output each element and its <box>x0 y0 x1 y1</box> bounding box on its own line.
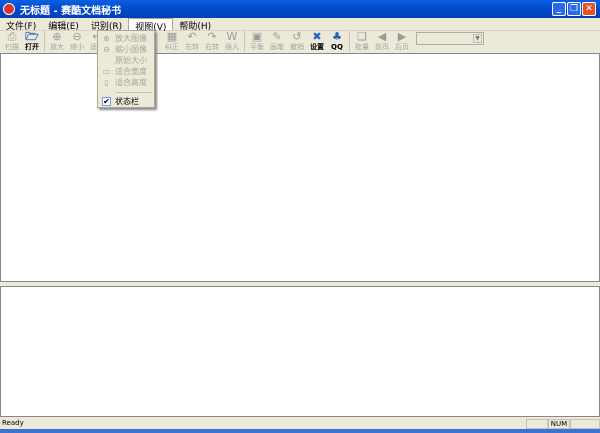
toolbar-button-qq[interactable]: ♣ QQ <box>327 30 347 52</box>
toolbar-separator <box>44 31 45 51</box>
rotate-left-icon: ↶ <box>187 30 197 43</box>
menu-item-icon: ▯ <box>104 78 109 87</box>
status-message: Ready <box>2 419 24 427</box>
menu-item-label: 放大图像 <box>115 34 147 43</box>
menu-view[interactable]: 视图(V) <box>128 18 174 33</box>
toolbar-button-label: 平衡 <box>250 43 264 51</box>
view-menu-item[interactable]: ⊖ 缩小图像 <box>98 44 154 55</box>
toolbar-button-label: 打开 <box>25 43 39 51</box>
menu-item-icon: ▭ <box>102 67 111 76</box>
checkmark-icon: ✔ <box>102 97 111 106</box>
toolbar-button-balance[interactable]: ▣ 平衡 <box>247 30 267 52</box>
toolbar-button-insert[interactable]: W 插入 <box>222 30 242 52</box>
restore-button[interactable]: ❐ <box>567 2 581 16</box>
chevron-down-icon: ▼ <box>473 34 482 43</box>
toolbar-button-label: 扫描 <box>5 43 19 51</box>
prev-page-icon: ◀ <box>377 30 387 43</box>
toolbar-separator <box>244 31 245 51</box>
deskew-icon: ▦ <box>166 30 178 43</box>
menu-file[interactable]: 文件(F) <box>0 18 42 32</box>
view-menu-item[interactable]: 原始大小 <box>98 55 154 66</box>
menu-edit[interactable]: 编辑(E) <box>42 18 85 32</box>
toolbar-button-label: 批量 <box>355 43 369 51</box>
menu-help[interactable]: 帮助(H) <box>173 18 217 32</box>
toolbar-button-batch[interactable]: ❏ 批量 <box>352 30 372 52</box>
toolbar-button-prev-page[interactable]: ◀ 前页 <box>372 30 392 52</box>
menu-item-label: 适合高度 <box>115 78 147 87</box>
insert-icon: W <box>226 30 238 43</box>
view-menu-item[interactable]: ▯ 适合高度 <box>98 77 154 88</box>
status-cell <box>570 419 600 429</box>
next-page-icon: ▶ <box>397 30 407 43</box>
toolbar: ⎙扫描🗁打开⊕放大⊖缩小↔适宽▦纠正↶左转↷右转W插入▣平衡✎画笔↺撤销✖设置♣… <box>0 31 600 53</box>
toolbar-button-label: QQ <box>331 43 343 51</box>
num-lock-indicator: NUM <box>548 419 570 429</box>
toolbar-button-label: 后页 <box>395 43 409 51</box>
toolbar-button-label: 前页 <box>375 43 389 51</box>
scanner-icon: ⎙ <box>7 30 17 43</box>
undo-icon: ↺ <box>292 30 302 43</box>
toolbar-button-zoom-out[interactable]: ⊖ 缩小 <box>67 30 87 52</box>
open-icon: 🗁 <box>25 30 39 43</box>
zoom-in-icon: ⊕ <box>52 30 62 43</box>
toolbar-button-label: 画笔 <box>270 43 284 51</box>
toolbar-button-next-page[interactable]: ▶ 后页 <box>392 30 412 52</box>
toolbar-button-label: 设置 <box>310 43 324 51</box>
menu-item-label: 原始大小 <box>115 56 147 65</box>
menu-item-label: 缩小图像 <box>115 45 147 54</box>
settings-icon: ✖ <box>312 30 322 43</box>
text-pane[interactable] <box>0 286 600 417</box>
zoom-out-icon: ⊖ <box>72 30 82 43</box>
menu-item-label: 状态栏 <box>115 97 139 106</box>
toolbar-button-deskew[interactable]: ▦ 纠正 <box>162 30 182 52</box>
page-select-combo[interactable]: ▼ <box>416 32 484 45</box>
toolbar-button-pen[interactable]: ✎ 画笔 <box>267 30 287 52</box>
toolbar-button-rotate-right[interactable]: ↷ 右转 <box>202 30 222 52</box>
toolbar-button-label: 左转 <box>185 43 199 51</box>
toolbar-button-open[interactable]: 🗁 打开 <box>22 30 42 52</box>
pen-icon: ✎ <box>272 30 282 43</box>
toolbar-button-zoom-in[interactable]: ⊕ 放大 <box>47 30 67 52</box>
status-cell <box>526 419 548 429</box>
app-icon <box>3 3 15 15</box>
balance-icon: ▣ <box>251 30 263 43</box>
minimize-button[interactable]: _ <box>552 2 566 16</box>
view-menu-item[interactable]: ▭ 适合宽度 <box>98 66 154 77</box>
toolbar-button-rotate-left[interactable]: ↶ 左转 <box>182 30 202 52</box>
toolbar-separator <box>349 31 350 51</box>
qq-icon: ♣ <box>332 30 342 43</box>
menu-item-label: 适合宽度 <box>115 67 147 76</box>
menu-recognize[interactable]: 识别(R) <box>85 18 128 32</box>
toolbar-button-label: 撤销 <box>290 43 304 51</box>
view-menu-dropdown: ⊕ 放大图像 ⊖ 缩小图像原始大小 ▭ 适合宽度 ▯ 适合高度 ✔ 状态栏 <box>97 30 155 108</box>
title-bar: 无标题 - 赛酷文档秘书 _ ❐ ✕ <box>0 0 600 18</box>
view-menu-item[interactable]: ⊕ 放大图像 <box>98 33 154 44</box>
batch-icon: ❏ <box>357 30 367 43</box>
toolbar-button-scanner[interactable]: ⎙ 扫描 <box>2 30 22 52</box>
window-title: 无标题 - 赛酷文档秘书 <box>20 5 122 17</box>
image-pane[interactable] <box>0 53 600 282</box>
close-button[interactable]: ✕ <box>582 2 596 16</box>
toolbar-button-label: 插入 <box>225 43 239 51</box>
toolbar-button-label: 纠正 <box>165 43 179 51</box>
toolbar-button-label: 缩小 <box>70 43 84 51</box>
menu-item-icon: ⊖ <box>103 45 110 54</box>
menu-item-icon: ⊕ <box>103 34 110 43</box>
menu-separator <box>116 92 152 93</box>
toolbar-button-settings[interactable]: ✖ 设置 <box>307 30 327 52</box>
taskbar-strip <box>0 429 600 433</box>
view-menu-item[interactable]: ✔ 状态栏 <box>98 96 154 107</box>
rotate-right-icon: ↷ <box>207 30 217 43</box>
toolbar-button-undo[interactable]: ↺ 撤销 <box>287 30 307 52</box>
toolbar-button-label: 右转 <box>205 43 219 51</box>
status-bar: Ready NUM <box>0 419 600 429</box>
toolbar-button-label: 放大 <box>50 43 64 51</box>
